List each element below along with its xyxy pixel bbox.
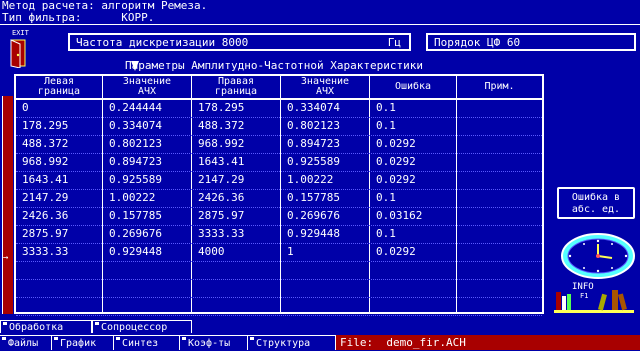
header-response-right: Значение АЧХ	[300, 76, 350, 97]
table-cell: 0.244444	[109, 101, 162, 114]
sampling-rate-label: Частота дискретизации 8000	[76, 36, 249, 49]
table-cell: 0.929448	[109, 245, 162, 258]
table-cell: 968.992	[22, 155, 69, 168]
table-row[interactable]	[16, 280, 542, 298]
amplitude-response-table: Левая граница Значение АЧХ Правая граница З…	[14, 74, 544, 316]
error-absolute-units-button[interactable]: Ошибка в абс. ед.	[557, 187, 635, 219]
info-hotkey: F1	[580, 292, 589, 300]
table-row[interactable]: 2426.36 0.157785 2875.97 0.269676 0.03162	[16, 208, 542, 226]
menu-graph[interactable]: График	[52, 335, 114, 350]
filter-type-line: Тип фильтра: КОРР.	[0, 12, 640, 24]
table-cell: 1643.41	[22, 173, 69, 186]
mouse-cursor-icon	[131, 61, 139, 71]
table-cell: 2426.36	[198, 191, 245, 204]
exit-label: EXIT	[12, 29, 29, 37]
table-cell: 0.802123	[109, 137, 162, 150]
table-cell: 0.0292	[376, 155, 416, 168]
row-gridline	[16, 315, 542, 316]
table-cell: 2147.29	[22, 191, 69, 204]
menu-structure[interactable]: Структура	[248, 335, 336, 350]
table-cell: 0.269676	[109, 227, 162, 240]
table-cell: 0.157785	[287, 191, 340, 204]
sampling-rate-field[interactable]: Частота дискретизации 8000 Гц	[68, 33, 411, 51]
door-icon	[10, 39, 26, 68]
sampling-rate-unit: Гц	[387, 36, 401, 49]
tab-coprocessor[interactable]: Сопроцессор	[92, 320, 192, 333]
filter-order-label: Порядок ЦФ 60	[434, 36, 521, 49]
header-error: Ошибка	[394, 81, 432, 92]
menu-files[interactable]: Файлы	[0, 335, 52, 350]
table-cell: 0.334074	[109, 119, 162, 132]
table-cell: 2426.36	[22, 209, 69, 222]
table-cell: 2147.29	[198, 173, 245, 186]
header-right-bound: Правая граница	[214, 76, 258, 97]
table-row[interactable]: 178.295 0.334074 488.372 0.802123 0.1	[16, 118, 542, 136]
table-cell: 488.372	[22, 137, 69, 150]
menu-coefficients[interactable]: Коэф-ты	[180, 335, 248, 350]
filter-order-field[interactable]: Порядок ЦФ 60	[426, 33, 636, 51]
clock-icon	[561, 233, 635, 279]
table-cell: 0.03162	[376, 209, 423, 222]
table-row[interactable]: 2147.29 1.00222 2426.36 0.157785 0.1	[16, 190, 542, 208]
table-cell: 0.0292	[376, 245, 416, 258]
table-cell: 0.802123	[287, 119, 340, 132]
info-button[interactable]: INFO F1	[552, 282, 636, 316]
table-row[interactable]	[16, 262, 542, 280]
table-cell: 0.1	[376, 119, 396, 132]
table-cell: 4000	[198, 245, 225, 258]
table-row[interactable]	[16, 298, 542, 316]
row-pointer-icon: →	[3, 253, 9, 263]
table-cell: 0.1	[376, 101, 396, 114]
current-file: File: demo_fir.ACH	[336, 335, 640, 350]
header-notes: Прим.	[484, 81, 515, 92]
table-row[interactable]: 2875.97 0.269676 3333.33 0.929448 0.1	[16, 226, 542, 244]
table-cell: 0.0292	[376, 173, 416, 186]
table-cell: 0.1	[376, 191, 396, 204]
table-cell: 3333.33	[198, 227, 245, 240]
table-cell: 0.925589	[109, 173, 162, 186]
table-cell: 0.1	[376, 227, 396, 240]
table-cell: 968.992	[198, 137, 245, 150]
table-cell: 1643.41	[198, 155, 245, 168]
table-cell: 0.0292	[376, 137, 416, 150]
table-row[interactable]: 3333.33 0.929448 4000 1 0.0292	[16, 244, 542, 262]
table-cell: 0.925589	[287, 155, 340, 168]
table-cell: 0.334074	[287, 101, 340, 114]
table-row[interactable]: 968.992 0.894723 1643.41 0.925589 0.0292	[16, 154, 542, 172]
table-cell: 2875.97	[198, 209, 245, 222]
header-response-left: Значение АЧХ	[122, 76, 172, 97]
table-cell: 0.269676	[287, 209, 340, 222]
tab-processing[interactable]: Обработка	[0, 320, 92, 333]
table-cell: 1.00222	[109, 191, 156, 204]
table-cell: 1	[287, 245, 294, 258]
table-cell: 1.00222	[287, 173, 334, 186]
books-icon	[554, 290, 634, 313]
table-cell: 0	[22, 101, 29, 114]
table-cell: 0.894723	[287, 137, 340, 150]
table-cell: 178.295	[22, 119, 69, 132]
top-divider	[0, 24, 640, 25]
table-cell: 0.894723	[109, 155, 162, 168]
header-left-bound: Левая граница	[37, 76, 81, 97]
table-cell: 0.929448	[287, 227, 340, 240]
table-row[interactable]: 0 0.244444 178.295 0.334074 0.1	[16, 100, 542, 118]
info-label: INFO	[572, 282, 594, 292]
table-caption: Параметры Амплитудно-Частотной Характери…	[125, 59, 424, 72]
table-row[interactable]: 488.372 0.802123 968.992 0.894723 0.0292	[16, 136, 542, 154]
table-cell: 178.295	[198, 101, 245, 114]
menu-synthesis[interactable]: Синтез	[114, 335, 180, 350]
table-cell: 488.372	[198, 119, 245, 132]
row-scrollbar[interactable]	[2, 96, 13, 314]
exit-button[interactable]: EXIT	[8, 30, 30, 68]
table-cell: 3333.33	[22, 245, 69, 258]
table-row[interactable]: 1643.41 0.925589 2147.29 1.00222 0.0292	[16, 172, 542, 190]
table-cell: 0.157785	[109, 209, 162, 222]
table-cell: 2875.97	[22, 227, 69, 240]
